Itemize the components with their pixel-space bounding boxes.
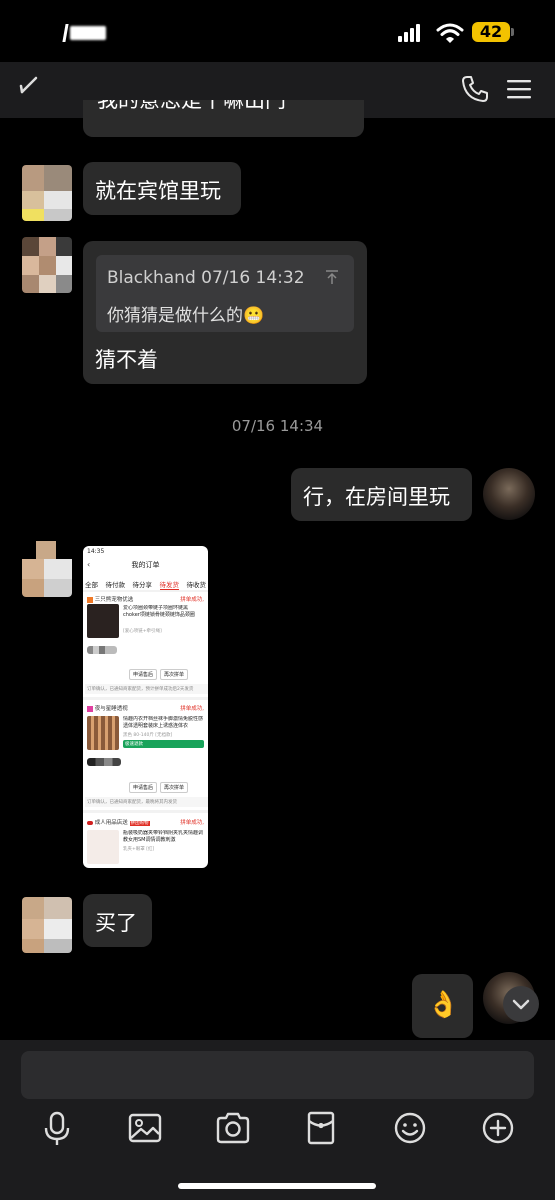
shot-button: 申请售后 — [129, 669, 158, 680]
red-packet-icon[interactable] — [301, 1108, 341, 1148]
plus-icon[interactable] — [478, 1108, 518, 1148]
back-icon[interactable] — [16, 74, 40, 98]
message-input[interactable] — [21, 1051, 534, 1099]
shot-note: 订单确认，已通知商家配货，预计拼单成功后2天发货 — [85, 684, 208, 694]
quote-text: 你猜猜是做什么的😬 — [107, 306, 265, 326]
jump-to-top-icon[interactable] — [324, 269, 340, 285]
shot-note: 订单确认，已通知商家配货，最晚将其内发货 — [85, 797, 208, 807]
status-time-redacted — [62, 22, 108, 44]
avatar[interactable] — [22, 165, 72, 221]
shot-status: 拼单成功, — [180, 820, 204, 826]
shot-tabs: 全部 待付款 待分享 待发货 待收货 — [83, 579, 208, 590]
shot-spec: 乳夹+眼罩 [红] — [123, 847, 155, 852]
emoji-icon[interactable] — [390, 1108, 430, 1148]
message-bubble-partial: 我的意思是干嘛出门 — [83, 100, 364, 137]
avatar[interactable] — [22, 237, 72, 293]
quote-header: Blackhand 07/16 14:32 — [107, 268, 305, 288]
shot-group-avatars — [87, 646, 117, 654]
shot-spec: 黑色 80-140斤 [无裆款] — [123, 733, 173, 738]
shot-tab: 待分享 — [132, 581, 153, 589]
message-text: 买了 — [95, 911, 137, 935]
shot-shop: 三只熊宠物优选 — [94, 597, 134, 603]
shot-shop: 夜与星睡透视 — [94, 706, 128, 712]
shot-product-image — [87, 830, 119, 864]
shot-button: 再次拼单 — [160, 782, 189, 793]
battery-indicator: 42 — [472, 22, 510, 42]
shared-screenshot-image[interactable]: 14:35 我的订单 ‹ 全部 待付款 待分享 待发货 待收货 三只熊宠物优选 … — [83, 546, 208, 868]
message-text: 行，在房间里玩 — [303, 485, 450, 509]
message-bubble-with-quote[interactable]: Blackhand 07/16 14:32 你猜猜是做什么的😬 猜不着 — [83, 241, 367, 384]
battery-cap — [511, 28, 514, 36]
message-bubble[interactable]: 就在宾馆里玩 — [83, 162, 241, 215]
shot-time: 14:35 — [87, 548, 105, 555]
message-bubble-self[interactable]: 行，在房间里玩 — [291, 468, 472, 521]
timestamp: 07/16 14:34 — [231, 417, 324, 435]
shot-tab: 待收货 — [186, 581, 207, 589]
shot-status: 拼单成功, — [180, 706, 204, 712]
camera-icon[interactable] — [213, 1108, 253, 1148]
menu-icon[interactable] — [506, 78, 532, 100]
avatar[interactable] — [22, 541, 72, 597]
phone-call-icon[interactable] — [460, 74, 490, 104]
shot-button: 再次拼单 — [160, 669, 189, 680]
shot-status: 拼单成功, — [180, 597, 204, 603]
message-text: 猜不着 — [95, 348, 158, 372]
shot-tab-active: 待发货 — [159, 581, 179, 590]
scroll-to-bottom-button[interactable] — [503, 986, 539, 1022]
message-bubble-self[interactable]: 👌 — [412, 974, 473, 1038]
image-icon[interactable] — [125, 1108, 165, 1148]
message-text: 就在宾馆里玩 — [95, 179, 221, 203]
shot-tag: 拼团购物 — [129, 821, 150, 826]
avatar-self[interactable] — [483, 468, 535, 520]
shot-group-avatars — [87, 758, 121, 766]
avatar[interactable] — [22, 897, 72, 953]
message-emoji: 👌 — [427, 990, 460, 1020]
wifi-icon — [436, 23, 464, 43]
shot-tab: 全部 — [85, 581, 98, 589]
shot-shop: 成人用品店送 — [94, 820, 128, 826]
shot-title: 我的订单 — [131, 561, 160, 569]
message-text: 我的意思是干嘛出门 — [97, 100, 286, 112]
shot-spec: [爱心项链+牵引绳] — [123, 629, 162, 634]
shot-tab: 待付款 — [105, 581, 126, 589]
cellular-signal-icon — [398, 24, 420, 42]
chevron-down-icon — [512, 999, 530, 1010]
shot-back-icon: ‹ — [87, 560, 91, 569]
quoted-message[interactable]: Blackhand 07/16 14:32 你猜猜是做什么的😬 — [96, 255, 354, 332]
shot-desc: 瓶装吸奶器夹带铃铛阴夹乳夹情趣调教女用SM调情调教刺激 — [123, 830, 204, 843]
shot-product-image — [87, 716, 119, 750]
shot-badge: 极速退款 — [123, 740, 204, 748]
shot-button: 申请售后 — [129, 782, 158, 793]
message-bubble[interactable]: 买了 — [83, 894, 152, 947]
shot-product-image — [87, 604, 119, 638]
microphone-icon[interactable] — [37, 1108, 77, 1148]
home-indicator[interactable] — [178, 1183, 376, 1189]
shot-desc: 爱心项圈颈带链子项圈环链黑choker项链锁骨链颈链饰品颈圈 — [123, 605, 195, 618]
